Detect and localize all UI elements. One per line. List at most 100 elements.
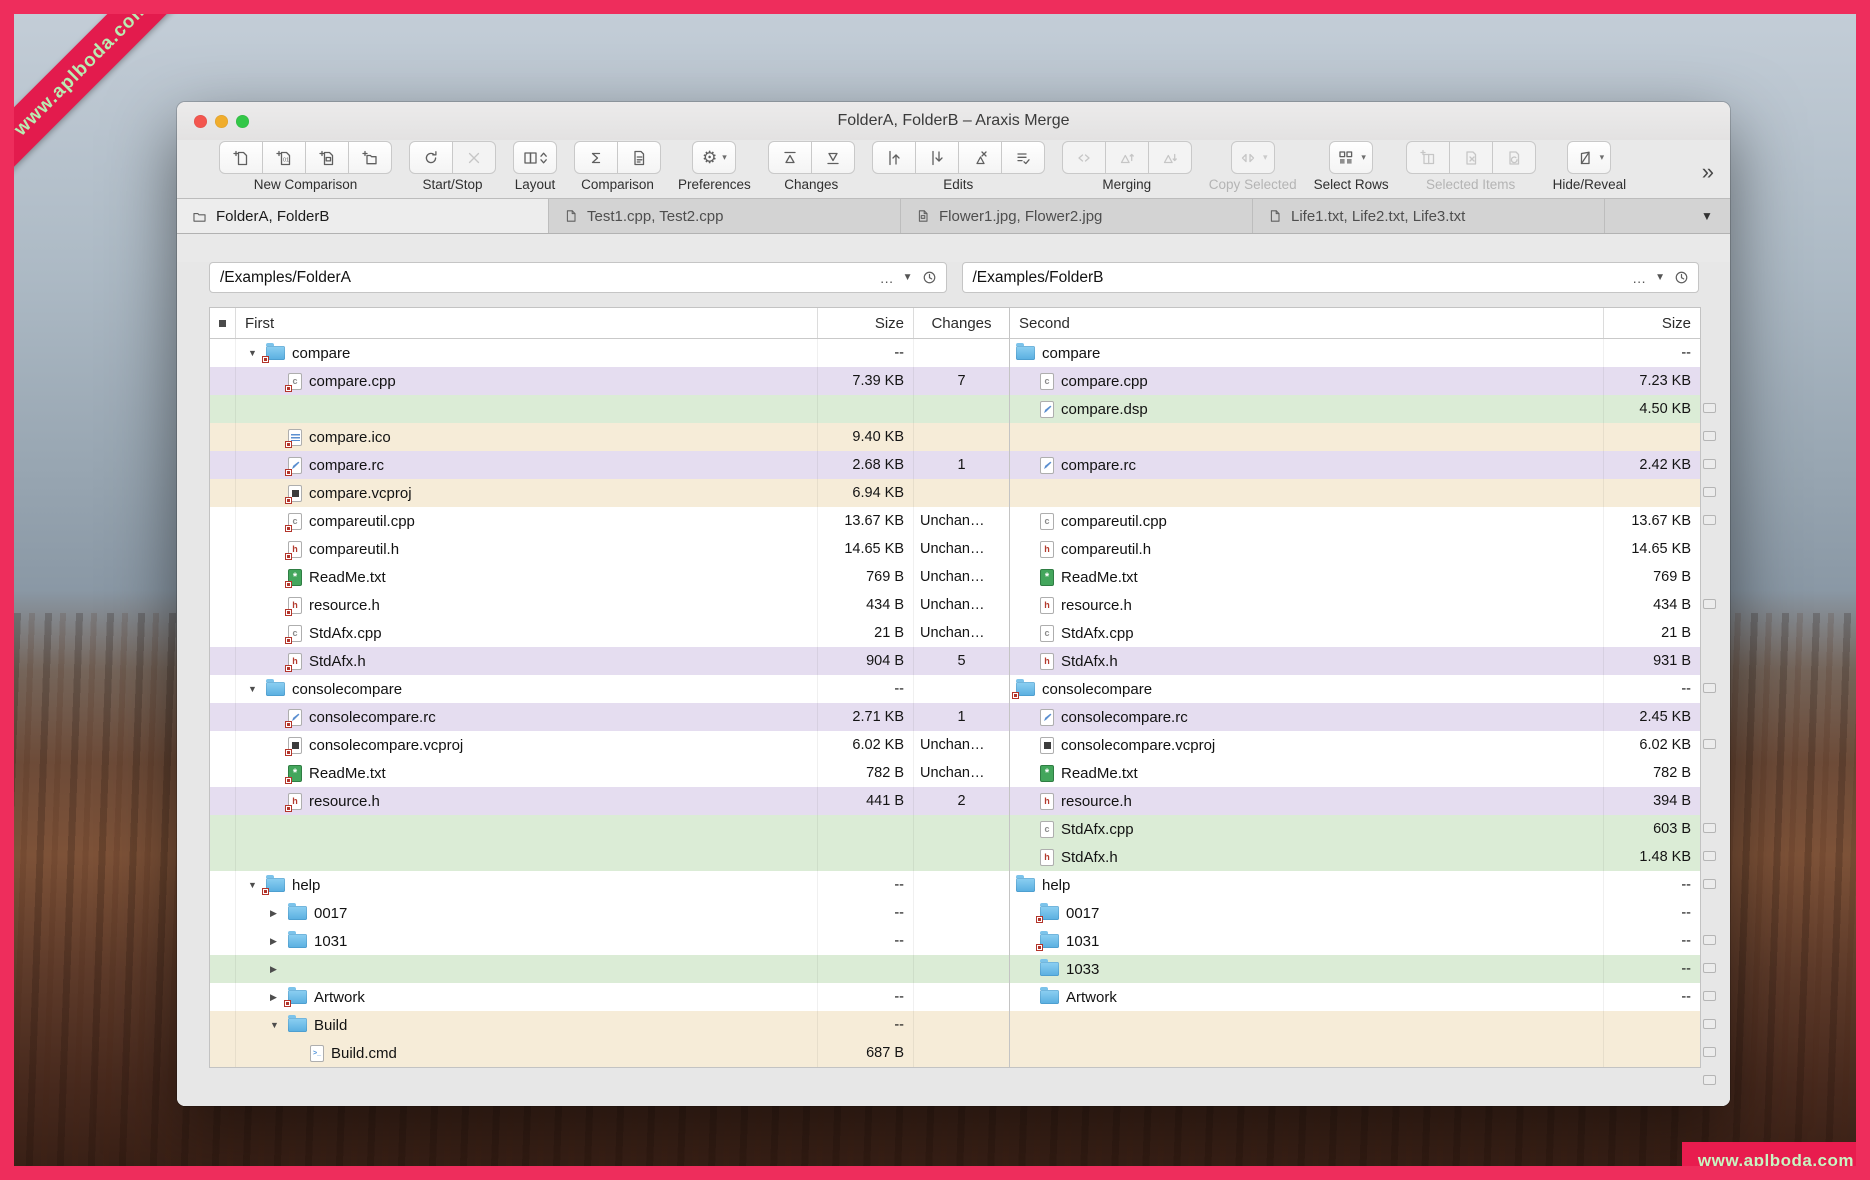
zoom-button[interactable] — [236, 115, 249, 128]
new-text-comparison-icon[interactable] — [219, 141, 263, 174]
gear-icon[interactable]: ⚙▾ — [692, 141, 736, 174]
file-name: compare.ico — [309, 429, 391, 446]
expand-arrow-icon[interactable]: ▶ — [270, 936, 288, 947]
first-size-cell: 7.39 KB — [818, 367, 914, 395]
table-row[interactable]: *ReadMe.txt782 BUnchan…*ReadMe.txt782 B — [210, 759, 1700, 787]
change-map-block[interactable] — [1703, 515, 1716, 525]
change-map-block[interactable] — [1703, 1047, 1716, 1057]
table-row[interactable]: compare.vcproj6.94 KB — [210, 479, 1700, 507]
change-map-block[interactable] — [1703, 991, 1716, 1001]
table-row[interactable]: hStdAfx.h904 B5hStdAfx.h931 B — [210, 647, 1700, 675]
expand-arrow-icon[interactable]: ▶ — [270, 964, 288, 975]
change-map-block[interactable] — [1703, 487, 1716, 497]
table-row[interactable]: hresource.h441 B2hresource.h394 B — [210, 787, 1700, 815]
table-row[interactable]: ▶1031--1031-- — [210, 927, 1700, 955]
table-row[interactable]: hStdAfx.h1.48 KB — [210, 843, 1700, 871]
change-map-block[interactable] — [1703, 739, 1716, 749]
history-clock-icon[interactable] — [1674, 270, 1689, 285]
report-icon[interactable] — [617, 141, 661, 174]
table-row[interactable]: ccompare.cpp7.39 KB7ccompare.cpp7.23 KB — [210, 367, 1700, 395]
second-size-cell: 782 B — [1604, 759, 1700, 787]
second-folder-path-field[interactable]: /Examples/FolderB … ▼ — [962, 262, 1700, 293]
tab-4[interactable]: Life1.txt, Life2.txt, Life3.txt — [1253, 199, 1605, 233]
document-tab-icon — [1267, 208, 1283, 224]
restart-comparison-icon[interactable] — [409, 141, 453, 174]
chevron-down-icon[interactable]: ▼ — [903, 272, 913, 283]
table-row[interactable]: cStdAfx.cpp603 B — [210, 815, 1700, 843]
browse-ellipsis-icon[interactable]: … — [880, 270, 895, 286]
new-folder-comparison-icon[interactable] — [348, 141, 392, 174]
table-row[interactable]: ▶0017--0017-- — [210, 899, 1700, 927]
table-row[interactable]: consolecompare.rc2.71 KB1consolecompare.… — [210, 703, 1700, 731]
close-button[interactable] — [194, 115, 207, 128]
change-map-block[interactable] — [1703, 431, 1716, 441]
chevron-down-icon[interactable]: ▼ — [1655, 272, 1665, 283]
first-folder-path-field[interactable]: /Examples/FolderA … ▼ — [209, 262, 947, 293]
push-down-icon[interactable] — [915, 141, 959, 174]
change-map-block[interactable] — [1703, 403, 1716, 413]
column-header-size[interactable]: Size — [818, 308, 914, 338]
table-row[interactable]: ▼consolecompare--consolecompare-- — [210, 675, 1700, 703]
table-row[interactable]: ▼help--help-- — [210, 871, 1700, 899]
table-row[interactable]: ▼compare--compare-- — [210, 339, 1700, 367]
table-row[interactable]: >_Build.cmd687 B — [210, 1039, 1700, 1067]
minimize-button[interactable] — [215, 115, 228, 128]
change-map-block[interactable] — [1703, 1075, 1716, 1085]
column-header-second[interactable]: Second — [1010, 308, 1604, 338]
browse-ellipsis-icon[interactable]: … — [1632, 270, 1647, 286]
toolbar-group-merging: Merging — [1062, 141, 1192, 192]
table-row[interactable]: ▶Artwork--Artwork-- — [210, 983, 1700, 1011]
table-row[interactable]: compare.ico9.40 KB — [210, 423, 1700, 451]
collapse-arrow-icon[interactable]: ▼ — [270, 1020, 288, 1030]
first-change-icon[interactable] — [768, 141, 812, 174]
table-row[interactable]: consolecompare.vcproj6.02 KBUnchan…conso… — [210, 731, 1700, 759]
push-up-icon[interactable] — [872, 141, 916, 174]
tab-1[interactable]: FolderA, FolderB — [177, 199, 549, 233]
comparison-table-body: ▼compare--compare--ccompare.cpp7.39 KB7c… — [210, 339, 1700, 1067]
change-map-block[interactable] — [1703, 1019, 1716, 1029]
change-map-block[interactable] — [1703, 851, 1716, 861]
new-image-comparison-icon[interactable] — [305, 141, 349, 174]
column-header-first[interactable]: First — [236, 308, 818, 338]
tab-3[interactable]: Flower1.jpg, Flower2.jpg — [901, 199, 1253, 233]
change-map-block[interactable] — [1703, 963, 1716, 973]
change-map-block[interactable] — [1703, 599, 1716, 609]
change-map-block[interactable] — [1703, 879, 1716, 889]
table-row[interactable]: ▼Build-- — [210, 1011, 1700, 1039]
tab-2[interactable]: Test1.cpp, Test2.cpp — [549, 199, 901, 233]
table-row[interactable]: ccompareutil.cpp13.67 KBUnchan…ccompareu… — [210, 507, 1700, 535]
last-change-icon[interactable] — [811, 141, 855, 174]
discard-edit-icon[interactable] — [958, 141, 1002, 174]
change-map-block[interactable] — [1703, 683, 1716, 693]
accept-edits-icon[interactable] — [1001, 141, 1045, 174]
row-marker-header[interactable] — [210, 308, 236, 338]
change-map-block[interactable] — [1703, 459, 1716, 469]
table-row[interactable]: hresource.h434 BUnchan…hresource.h434 B — [210, 591, 1700, 619]
column-header-second-size[interactable]: Size — [1604, 308, 1700, 338]
tab-list-dropdown[interactable]: ▼ — [1684, 199, 1730, 233]
column-header-changes[interactable]: Changes — [914, 308, 1010, 338]
layout-columns-icon[interactable] — [513, 141, 557, 174]
file-name: 1033 — [1066, 961, 1099, 978]
expand-arrow-icon[interactable]: ▶ — [270, 908, 288, 919]
table-row[interactable]: cStdAfx.cpp21 BUnchan…cStdAfx.cpp21 B — [210, 619, 1700, 647]
select-rows-grid-icon[interactable]: ▾ — [1329, 141, 1373, 174]
hide-reveal-icon[interactable]: ▾ — [1567, 141, 1611, 174]
toolbar-overflow-chevrons[interactable]: » — [1702, 159, 1720, 185]
table-row[interactable]: compare.dsp4.50 KB — [210, 395, 1700, 423]
table-row[interactable]: hcompareutil.h14.65 KBUnchan…hcompareuti… — [210, 535, 1700, 563]
table-row[interactable]: *ReadMe.txt769 BUnchan…*ReadMe.txt769 B — [210, 563, 1700, 591]
history-clock-icon[interactable] — [922, 270, 937, 285]
table-row[interactable]: compare.rc2.68 KB1compare.rc2.42 KB — [210, 451, 1700, 479]
new-binary-comparison-icon[interactable]: 01 — [262, 141, 306, 174]
change-map-block[interactable] — [1703, 823, 1716, 833]
change-map-block[interactable] — [1703, 935, 1716, 945]
next-conflict-icon — [1148, 141, 1192, 174]
change-map-strip[interactable] — [1703, 366, 1717, 1094]
collapse-arrow-icon[interactable]: ▼ — [248, 684, 266, 694]
table-row[interactable]: ▶1033-- — [210, 955, 1700, 983]
changes-cell — [914, 983, 1010, 1011]
row-marker-cell — [210, 731, 236, 759]
summary-sigma-icon[interactable] — [574, 141, 618, 174]
title-bar[interactable]: FolderA, FolderB – Araxis Merge — [177, 102, 1730, 140]
